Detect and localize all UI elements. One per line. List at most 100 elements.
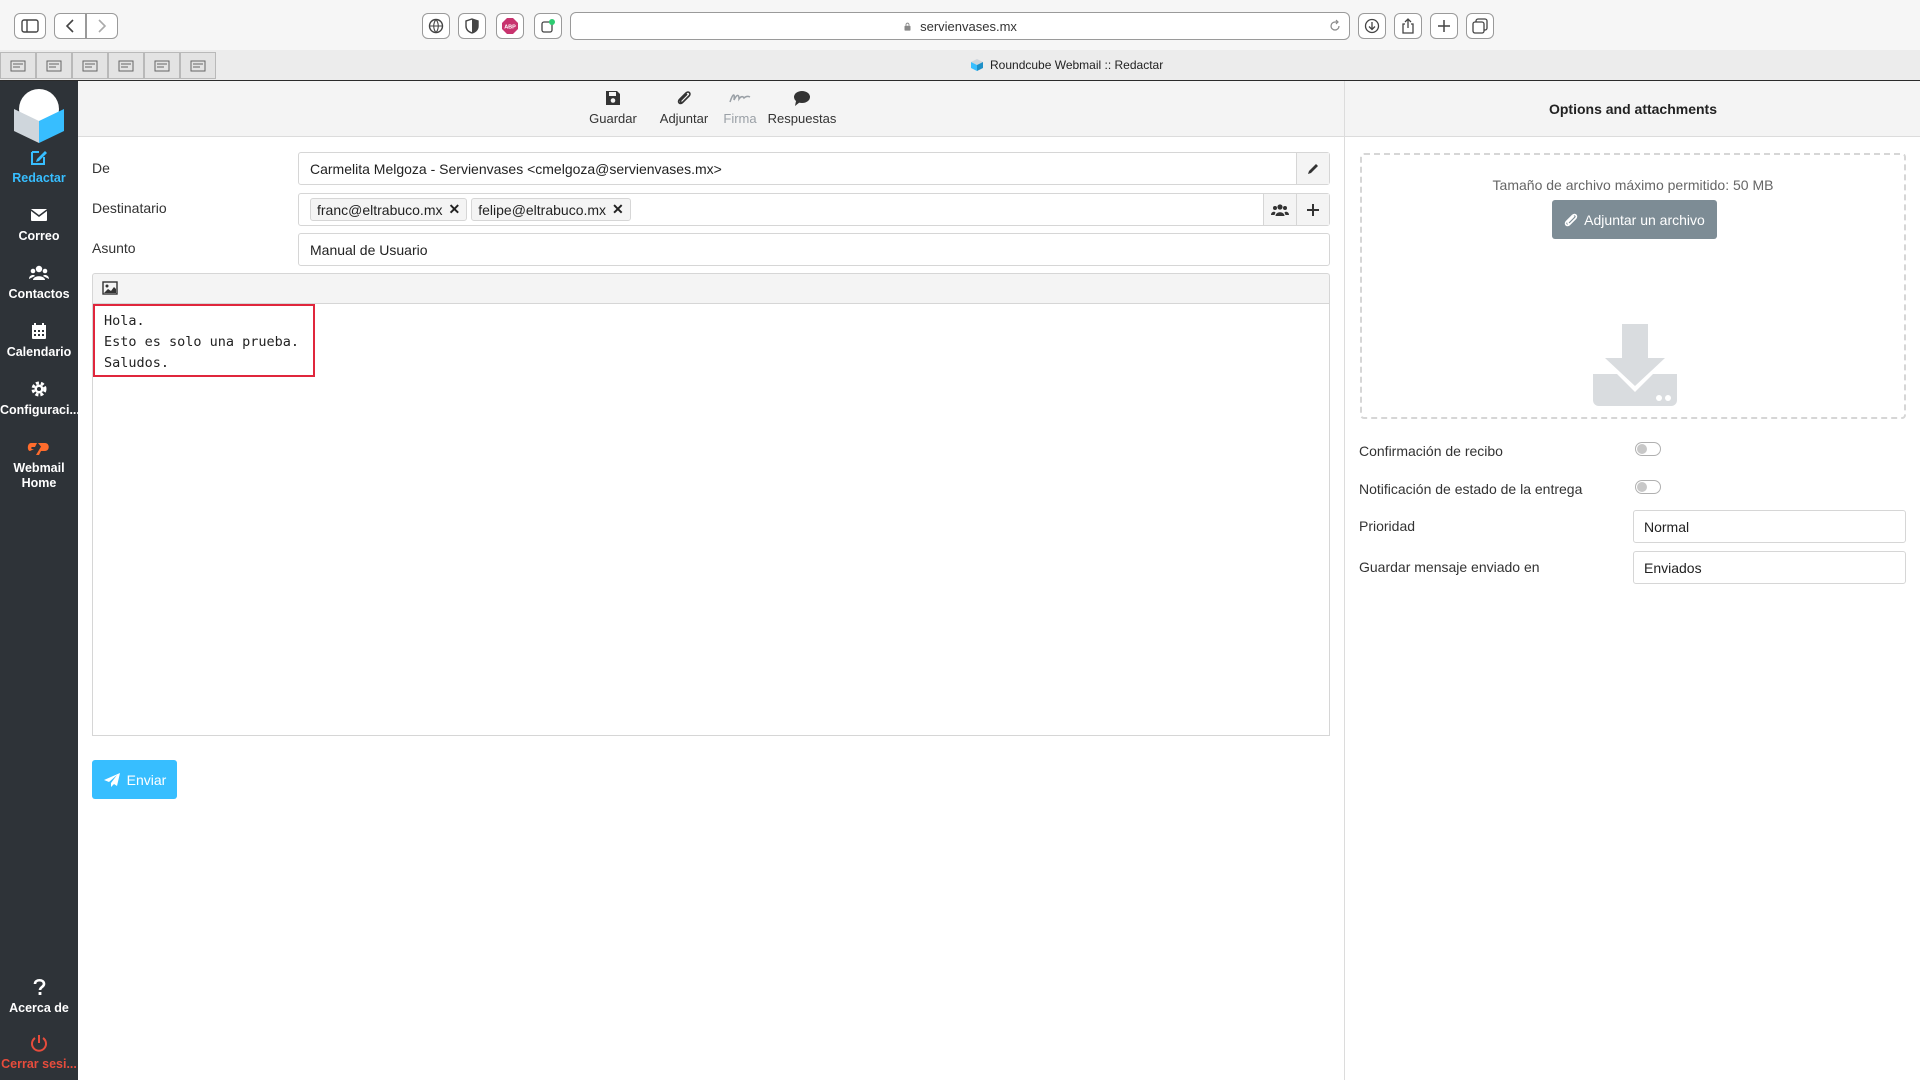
- pinned-tab[interactable]: [180, 52, 216, 79]
- active-tab[interactable]: Roundcube Webmail :: Redactar: [970, 58, 1163, 72]
- url-text: servienvases.mx: [920, 18, 1017, 34]
- new-tab-button[interactable]: [1430, 13, 1458, 39]
- adblock-button[interactable]: ABP: [496, 13, 524, 39]
- send-label: Enviar: [126, 771, 167, 788]
- app-sidebar: Redactar Correo Contactos Calendario Con…: [0, 81, 80, 1080]
- read-receipt-toggle[interactable]: [1635, 442, 1661, 456]
- adblock-icon: ABP: [502, 18, 518, 34]
- to-field[interactable]: franc@eltrabuco.mx ✕ felipe@eltrabuco.mx…: [298, 193, 1330, 226]
- pinned-tab[interactable]: [0, 52, 36, 79]
- add-attachment-button[interactable]: Adjuntar un archivo: [1552, 200, 1717, 239]
- signature-button[interactable]: Firma: [720, 87, 760, 126]
- downloads-button[interactable]: [1358, 13, 1386, 39]
- responses-button[interactable]: Respuestas: [766, 87, 838, 126]
- nav-logout-label: Cerrar sesi...: [1, 1057, 77, 1071]
- contacts-icon: [29, 265, 49, 280]
- dsn-toggle[interactable]: [1635, 480, 1661, 494]
- image-icon[interactable]: [102, 281, 118, 295]
- save-sent-label: Guardar mensaje enviado en: [1359, 559, 1540, 575]
- nav-logout[interactable]: Cerrar sesi...: [0, 1033, 78, 1071]
- nav-compose[interactable]: Redactar: [0, 147, 78, 185]
- from-field[interactable]: Carmelita Melgoza - Servienvases <cmelgo…: [298, 152, 1330, 185]
- svg-text:ABP: ABP: [504, 25, 516, 31]
- nav-calendar[interactable]: Calendario: [0, 321, 78, 359]
- attach-label: Adjuntar: [659, 111, 709, 126]
- browser-toolbar: ABP servienvases.mx: [0, 0, 1920, 50]
- tab-favicon-icon: [190, 60, 206, 71]
- nav-compose-label: Redactar: [12, 171, 66, 185]
- extension-button-2[interactable]: [458, 13, 486, 39]
- globe-icon: [428, 18, 444, 34]
- share-button[interactable]: [1394, 13, 1422, 39]
- lock-icon: [904, 22, 911, 31]
- save-button[interactable]: Guardar: [586, 87, 640, 126]
- paper-plane-icon: [103, 772, 120, 787]
- sidebar-toggle-button[interactable]: [14, 13, 46, 39]
- responses-label: Respuestas: [767, 111, 837, 126]
- tab-favicon-icon: [10, 60, 26, 71]
- save-icon: [606, 91, 620, 105]
- nav-settings[interactable]: Configuraci...: [0, 379, 80, 417]
- recipient-chip: franc@eltrabuco.mx ✕: [310, 198, 468, 221]
- tab-strip: Roundcube Webmail :: Redactar: [0, 50, 1920, 81]
- nav-contacts[interactable]: Contactos: [0, 263, 78, 301]
- compose-icon: [31, 151, 47, 165]
- nav-home-label: Home: [21, 476, 57, 490]
- max-size-text: Tamaño de archivo máximo permitido: 50 M…: [1492, 177, 1774, 193]
- tab-favicon-icon: [118, 60, 134, 71]
- plus-icon: [1438, 20, 1450, 32]
- power-icon: [31, 1035, 47, 1052]
- message-body-editor[interactable]: Hola. Esto es solo una prueba. Saludos.: [92, 303, 1330, 736]
- edit-identity-button[interactable]: [1296, 153, 1329, 184]
- pinned-tab[interactable]: [144, 52, 180, 79]
- save-sent-select[interactable]: Enviados: [1633, 551, 1906, 584]
- address-book-button[interactable]: [1263, 194, 1296, 225]
- roundcube-logo[interactable]: [12, 87, 66, 143]
- nav-mail[interactable]: Correo: [0, 205, 78, 243]
- tabs-icon: [1472, 18, 1488, 34]
- send-button[interactable]: Enviar: [92, 760, 177, 799]
- read-receipt-label: Confirmación de recibo: [1359, 443, 1503, 459]
- to-label: Destinatario: [92, 200, 167, 216]
- extension-button-1[interactable]: [422, 13, 450, 39]
- pinned-tab[interactable]: [36, 52, 72, 79]
- remove-recipient-icon[interactable]: ✕: [612, 201, 624, 218]
- address-bar[interactable]: servienvases.mx: [570, 12, 1350, 40]
- paperclip-icon: [1564, 213, 1578, 226]
- extension-button-4[interactable]: [534, 13, 562, 39]
- recipient-chip: felipe@eltrabuco.mx ✕: [471, 198, 631, 221]
- subject-input[interactable]: Manual de Usuario: [298, 233, 1330, 266]
- attach-button[interactable]: Adjuntar: [656, 87, 712, 126]
- message-body-text[interactable]: Hola. Esto es solo una prueba. Saludos.: [93, 304, 315, 377]
- sidebar-icon: [21, 19, 39, 33]
- puzzle-icon: [541, 19, 555, 33]
- share-icon: [1402, 18, 1414, 34]
- subject-value: Manual de Usuario: [310, 241, 428, 258]
- pinned-tab[interactable]: [108, 52, 144, 79]
- tab-favicon-icon: [46, 60, 62, 71]
- nav-mail-label: Correo: [18, 229, 60, 243]
- tab-overview-button[interactable]: [1466, 13, 1494, 39]
- attachment-dropzone[interactable]: Tamaño de archivo máximo permitido: 50 M…: [1360, 153, 1906, 419]
- add-header-button[interactable]: [1296, 194, 1329, 225]
- forward-button[interactable]: [86, 13, 118, 39]
- cpanel-icon: [27, 443, 49, 455]
- toggle-knob: [1637, 444, 1647, 454]
- back-button[interactable]: [54, 13, 86, 39]
- tab-title-text: Roundcube Webmail :: Redactar: [990, 58, 1164, 72]
- recipient-address: felipe@eltrabuco.mx: [478, 201, 607, 218]
- pinned-tab[interactable]: [72, 52, 108, 79]
- from-label: De: [92, 160, 110, 176]
- priority-select[interactable]: Normal: [1633, 510, 1906, 543]
- signature-icon: [729, 94, 751, 103]
- remove-recipient-icon[interactable]: ✕: [448, 201, 460, 218]
- priority-value: Normal: [1644, 518, 1690, 535]
- nav-webmail-home[interactable]: Webmail Home: [0, 437, 78, 491]
- reload-icon[interactable]: [1329, 19, 1341, 33]
- from-value: Carmelita Melgoza - Servienvases <cmelgo…: [310, 160, 722, 177]
- nav-about[interactable]: Acerca de: [0, 977, 78, 1015]
- nav-webmail-label: Webmail: [13, 461, 65, 475]
- tab-favicon-icon: [154, 60, 170, 71]
- dsn-label: Notificación de estado de la entrega: [1359, 481, 1583, 497]
- options-panel: Options and attachments Tamaño de archiv…: [1344, 81, 1920, 1080]
